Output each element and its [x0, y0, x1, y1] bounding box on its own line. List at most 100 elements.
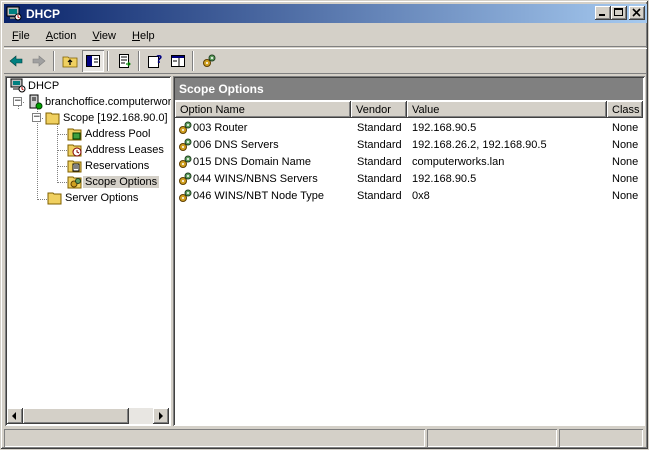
minimize-icon [599, 14, 605, 16]
dhcp-server-icon [29, 94, 43, 110]
option-icon [179, 138, 192, 151]
close-button[interactable] [629, 6, 645, 20]
tree-label: branchoffice.computerworks.lan [45, 96, 171, 108]
vendor-cell: Standard [357, 189, 402, 202]
scope-options-icon [67, 176, 82, 189]
options-icon [203, 54, 216, 67]
console-tree[interactable]: DHCP − branchoffice.computerworks.lan − … [5, 76, 171, 426]
server-options-icon [47, 192, 62, 205]
toolbar: ? [4, 48, 647, 74]
tree-connector [57, 150, 67, 151]
vendor-cell: Standard [357, 138, 402, 151]
vendor-cell: Standard [357, 172, 402, 185]
tree-horizontal-scrollbar[interactable] [7, 408, 169, 424]
maximize-button[interactable] [611, 6, 627, 20]
menu-action-mnemonic: A [45, 29, 54, 42]
scroll-right-button[interactable] [153, 408, 169, 424]
minimize-button[interactable] [595, 6, 611, 20]
help-icon: ? [148, 53, 162, 68]
class-cell: None [612, 189, 639, 202]
up-folder-icon [62, 56, 78, 68]
table-row[interactable]: 006 DNS Servers Standard 192.168.26.2, 1… [175, 136, 643, 153]
tree-label: Address Pool [85, 128, 151, 140]
option-name-cell: 006 DNS Servers [175, 137, 351, 153]
arrow-right-icon [159, 412, 163, 420]
collapse-toggle[interactable]: − [13, 97, 22, 106]
column-header-value[interactable]: Value [407, 101, 607, 118]
tree-item-server[interactable]: branchoffice.computerworks.lan [27, 94, 171, 110]
value-cell: 192.168.90.5 [412, 172, 477, 185]
menu-view[interactable]: View [84, 30, 124, 42]
forward-arrow-icon [32, 55, 46, 67]
option-name: 006 DNS Servers [193, 138, 279, 151]
window-title: DHCP [26, 6, 61, 21]
tree-label: DHCP [28, 80, 60, 92]
tree-item-scope-options[interactable]: Scope Options [67, 174, 160, 190]
forward-button[interactable] [28, 50, 50, 72]
table-row[interactable]: 046 WINS/NBT Node Type Standard 0x8 None [175, 187, 643, 204]
window-controls [595, 6, 645, 20]
help-button[interactable]: ? [144, 50, 166, 72]
option-name-cell: 003 Router [175, 120, 351, 136]
value-cell: computerworks.lan [412, 155, 505, 168]
dhcp-window: DHCP File Action View Help ? DHCP − bran… [0, 0, 649, 450]
menu-help[interactable]: Help [124, 30, 163, 42]
tree-connector [57, 134, 67, 135]
table-row[interactable]: 044 WINS/NBNS Servers Standard 192.168.9… [175, 170, 643, 187]
tree-item-address-pool[interactable]: Address Pool [67, 126, 152, 142]
tree-item-server-options[interactable]: Server Options [47, 190, 140, 206]
option-name: 003 Router [193, 121, 248, 134]
dhcp-app-icon [6, 6, 22, 20]
scroll-thumb[interactable] [23, 408, 129, 424]
toolbar-separator [192, 51, 194, 71]
column-header-vendor[interactable]: Vendor [351, 101, 407, 118]
column-header-option-name[interactable]: Option Name [175, 101, 351, 118]
tree-item-dhcp[interactable]: DHCP [10, 78, 61, 94]
options-list: 003 Router Standard 192.168.90.5 None 00… [175, 119, 643, 204]
toolbar-separator [107, 51, 109, 71]
value-cell: 0x8 [412, 189, 430, 202]
menu-file[interactable]: File [4, 30, 38, 42]
menu-help-label: elp [139, 29, 155, 42]
status-panel-2 [427, 429, 557, 447]
up-one-level-button[interactable] [59, 50, 81, 72]
folder-open-icon [45, 112, 60, 125]
back-button[interactable] [5, 50, 27, 72]
tree-item-reservations[interactable]: Reservations [67, 158, 151, 174]
column-header-class[interactable]: Class [607, 101, 643, 118]
collapse-toggle[interactable]: − [32, 113, 41, 122]
address-pool-icon [67, 128, 82, 141]
tree-item-address-leases[interactable]: Address Leases [67, 142, 166, 158]
tree-label: Address Leases [85, 144, 164, 156]
scroll-left-button[interactable] [7, 408, 23, 424]
tree-label: Scope [192.168.90.0] Branch Office [63, 112, 171, 124]
details-pane: Scope Options Option Name Vendor Value C… [173, 76, 645, 426]
svg-text:?: ? [156, 53, 162, 66]
option-icon [179, 121, 192, 134]
vendor-cell: Standard [357, 155, 402, 168]
table-row[interactable]: 003 Router Standard 192.168.90.5 None [175, 119, 643, 136]
console-pane-button[interactable] [167, 50, 189, 72]
option-name: 044 WINS/NBNS Servers [193, 172, 318, 185]
menu-bar: File Action View Help [4, 25, 647, 47]
back-arrow-icon [9, 55, 23, 67]
class-cell: None [612, 138, 639, 151]
arrow-left-icon [12, 412, 16, 420]
menu-file-label: ile [18, 29, 30, 42]
export-list-button[interactable] [113, 50, 135, 72]
show-hide-console-tree-button[interactable] [82, 50, 104, 72]
address-leases-icon [67, 144, 82, 157]
menu-file-mnemonic: F [12, 29, 19, 42]
title-bar[interactable]: DHCP [4, 4, 647, 23]
option-icon [179, 189, 192, 202]
class-cell: None [612, 155, 639, 168]
options-button[interactable] [198, 50, 220, 72]
class-cell: None [612, 121, 639, 134]
close-icon [632, 8, 641, 17]
class-cell: None [612, 172, 639, 185]
tree-item-scope[interactable]: Scope [192.168.90.0] Branch Office [45, 110, 171, 126]
table-row[interactable]: 015 DNS Domain Name Standard computerwor… [175, 153, 643, 170]
details-title: Scope Options [175, 78, 643, 100]
status-panel-main [4, 429, 425, 447]
menu-action[interactable]: Action [38, 30, 85, 42]
